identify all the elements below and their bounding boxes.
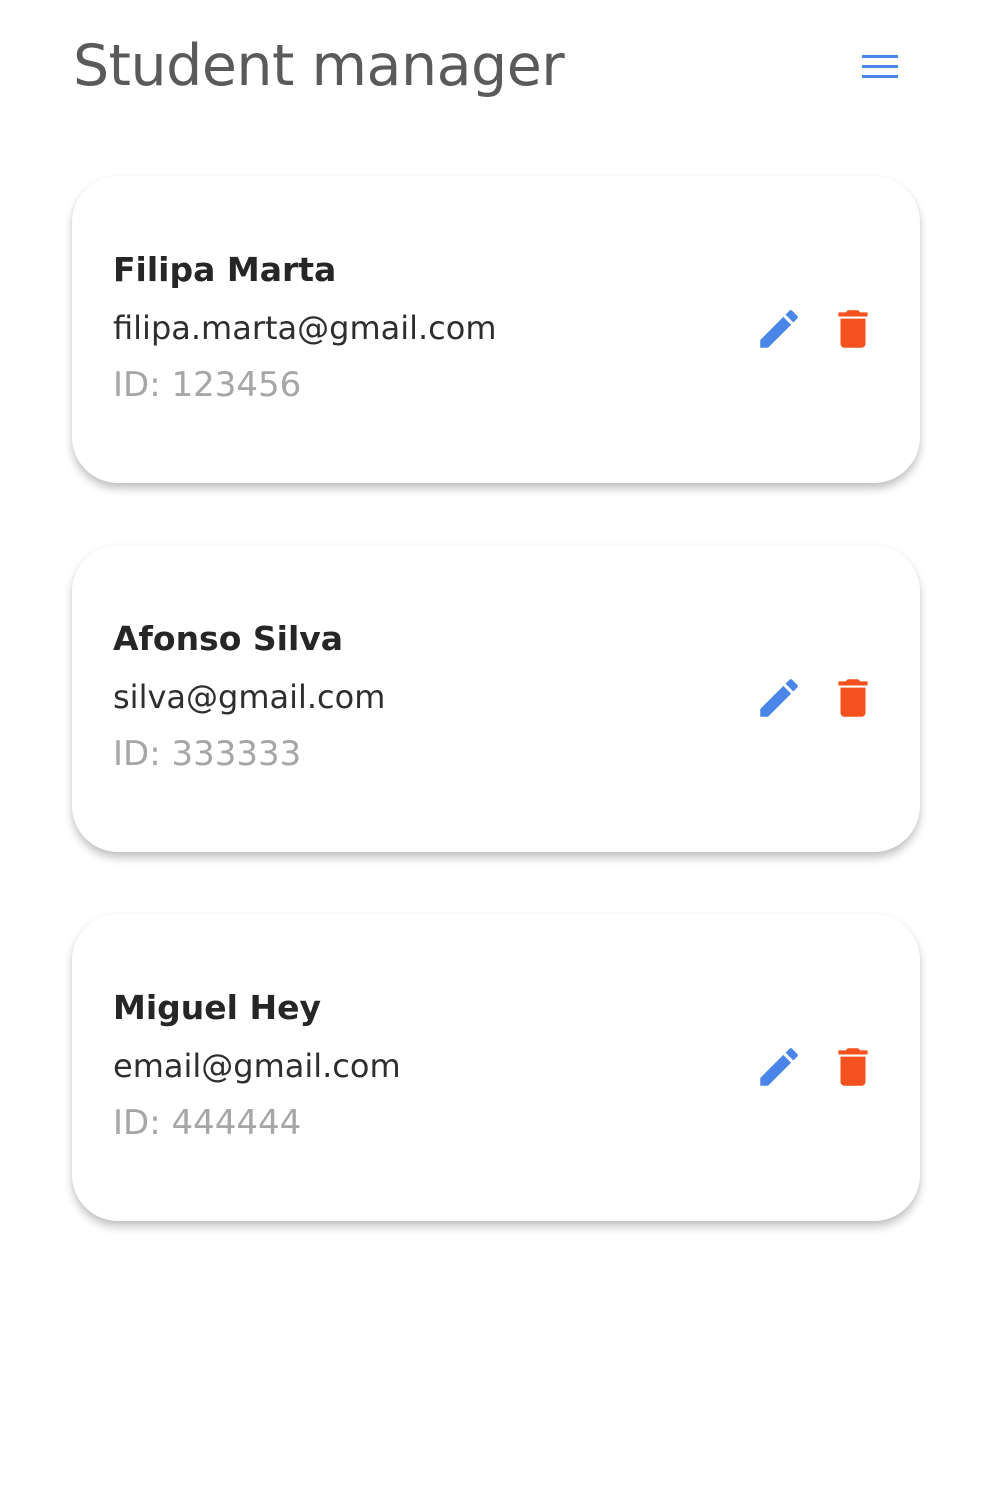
delete-student-button[interactable] [828, 1042, 878, 1092]
student-card: Filipa Marta filipa.marta@gmail.com ID: … [72, 176, 920, 483]
trash-icon [838, 679, 868, 717]
student-id: ID: 333333 [113, 734, 302, 774]
delete-student-button[interactable] [828, 304, 878, 354]
student-id: ID: 123456 [113, 365, 302, 405]
trash-icon [838, 310, 868, 348]
app-header: Student manager [73, 0, 913, 135]
edit-student-button[interactable] [754, 304, 804, 354]
page-title: Student manager [73, 33, 565, 99]
edit-student-button[interactable] [754, 1042, 804, 1092]
menu-button[interactable] [853, 48, 903, 88]
pencil-icon [760, 310, 798, 348]
pencil-icon [760, 679, 798, 717]
student-name: Miguel Hey [113, 988, 321, 1027]
student-card: Afonso Silva silva@gmail.com ID: 333333 [72, 545, 920, 852]
delete-student-button[interactable] [828, 673, 878, 723]
student-email: filipa.marta@gmail.com [113, 309, 497, 347]
edit-student-button[interactable] [754, 673, 804, 723]
pencil-icon [760, 1048, 798, 1086]
student-list: Filipa Marta filipa.marta@gmail.com ID: … [72, 176, 920, 1283]
student-name: Afonso Silva [113, 619, 344, 658]
menu-icon [862, 55, 898, 58]
student-card: Miguel Hey email@gmail.com ID: 444444 [72, 914, 920, 1221]
student-email: email@gmail.com [113, 1047, 401, 1085]
student-name: Filipa Marta [113, 250, 337, 289]
menu-icon-bar [862, 75, 898, 78]
student-email: silva@gmail.com [113, 678, 386, 716]
student-id: ID: 444444 [113, 1103, 302, 1143]
trash-icon [838, 1048, 868, 1086]
menu-icon-bar [862, 65, 898, 68]
